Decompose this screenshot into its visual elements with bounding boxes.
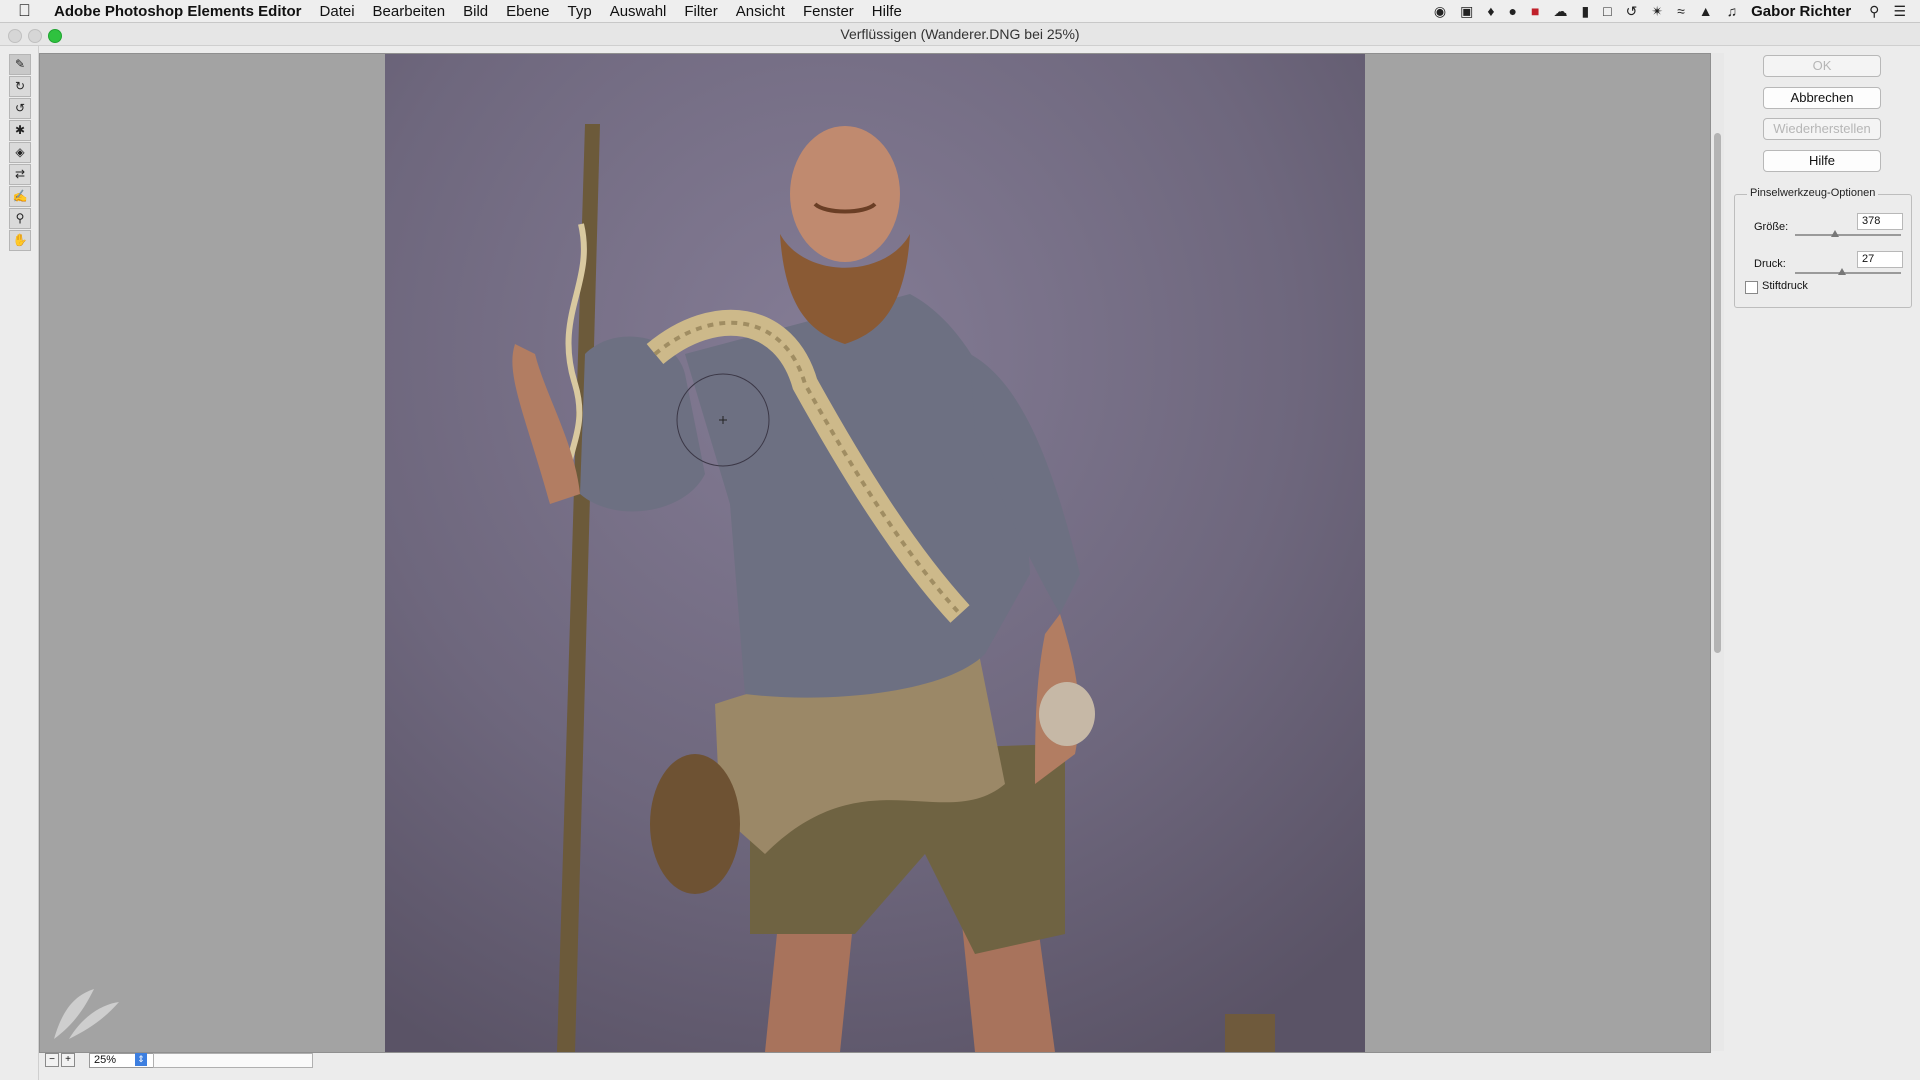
- folder-icon[interactable]: ▮: [1581, 3, 1589, 20]
- screen-icon[interactable]: ▣: [1460, 3, 1473, 20]
- help-button[interactable]: Hilfe: [1763, 150, 1881, 172]
- reconstruct-icon[interactable]: ✍: [9, 186, 31, 207]
- size-slider[interactable]: [1795, 230, 1901, 237]
- zoom-window-button[interactable]: [48, 29, 62, 43]
- pressure-value: 27: [1862, 253, 1875, 265]
- preview-canvas[interactable]: [39, 53, 1711, 1053]
- twirl-counterclockwise-icon[interactable]: ↺: [9, 98, 31, 119]
- brush-options-group: Pinselwerkzeug-Optionen Größe: 378 Druck…: [1734, 187, 1912, 308]
- zoom-info-bar: [153, 1053, 313, 1068]
- zoom-in-button[interactable]: +: [61, 1053, 75, 1067]
- volume-icon[interactable]: ♫: [1727, 3, 1738, 19]
- zoom-tool-icon[interactable]: ⚲: [9, 208, 31, 229]
- twirl-clockwise-icon[interactable]: ↻: [9, 76, 31, 97]
- hand-tool-icon[interactable]: ✋: [9, 230, 31, 251]
- watermark-logo: [54, 989, 119, 1039]
- minimize-window-button[interactable]: [28, 29, 42, 43]
- adobe-icon[interactable]: ■: [1531, 3, 1539, 19]
- user-menu[interactable]: Gabor Richter: [1751, 3, 1851, 20]
- zoom-level-value: 25%: [94, 1054, 117, 1066]
- liquify-toolbar: ✎ ↻ ↺ ✱ ◈ ⇄ ✍ ⚲ ✋: [0, 46, 39, 1080]
- wifi-icon[interactable]: ≈: [1677, 3, 1685, 19]
- restore-button[interactable]: Wiederherstellen: [1763, 118, 1881, 140]
- wanderer-photo: [385, 54, 1365, 1052]
- apple-menu-icon[interactable]: : [18, 1, 38, 21]
- menu-fenster[interactable]: Fenster: [803, 3, 854, 20]
- menu-bearbeiten[interactable]: Bearbeiten: [373, 3, 446, 20]
- notification-list-icon[interactable]: ☰: [1893, 3, 1906, 20]
- pucker-icon[interactable]: ✱: [9, 120, 31, 141]
- eject-icon[interactable]: ▲: [1699, 3, 1713, 19]
- cloud-icon[interactable]: ☁: [1553, 3, 1567, 20]
- evernote-icon[interactable]: ●: [1509, 3, 1517, 19]
- menu-ebene[interactable]: Ebene: [506, 3, 549, 20]
- shift-pixels-icon[interactable]: ⇄: [9, 164, 31, 185]
- pressure-label: Druck:: [1754, 258, 1786, 270]
- brush-options-title: Pinselwerkzeug-Optionen: [1747, 187, 1879, 199]
- menu-bild[interactable]: Bild: [463, 3, 488, 20]
- time-machine-icon[interactable]: ↺: [1626, 3, 1638, 20]
- size-value: 378: [1862, 215, 1881, 227]
- preview-image[interactable]: [385, 54, 1365, 1052]
- menu-datei[interactable]: Datei: [320, 3, 355, 20]
- status-menu-area: ◉ ▣ ♦ ● ■ ☁ ▮ □ ↺ ✴ ≈ ▲ ♫ Gabor Richter …: [1434, 0, 1920, 22]
- menu-filter[interactable]: Filter: [684, 3, 717, 20]
- zoom-dropdown-icon[interactable]: ⇕: [135, 1053, 147, 1066]
- bloat-icon[interactable]: ◈: [9, 142, 31, 163]
- cancel-button[interactable]: Abbrechen: [1763, 87, 1881, 109]
- scrollbar-thumb[interactable]: [1714, 133, 1721, 653]
- window-titlebar: Verflüssigen (Wanderer.DNG bei 25%): [0, 23, 1920, 46]
- app-name-menu[interactable]: Adobe Photoshop Elements Editor: [54, 3, 302, 20]
- record-icon[interactable]: ◉: [1434, 3, 1446, 20]
- menu-hilfe[interactable]: Hilfe: [872, 3, 902, 20]
- size-slider-knob[interactable]: [1831, 230, 1840, 237]
- stylus-pressure-checkbox[interactable]: [1745, 281, 1758, 294]
- menu-typ[interactable]: Typ: [568, 3, 592, 20]
- zoom-statusbar: − + 25% ⇕: [39, 1053, 1711, 1068]
- stylus-pressure-label: Stiftdruck: [1762, 280, 1808, 292]
- bluetooth-icon[interactable]: ✴: [1651, 3, 1663, 20]
- size-label: Größe:: [1754, 221, 1789, 233]
- ok-button[interactable]: OK: [1763, 55, 1881, 77]
- chat-icon[interactable]: ♦: [1487, 3, 1494, 19]
- close-window-button[interactable]: [8, 29, 22, 43]
- warp-tool-icon[interactable]: ✎: [9, 54, 31, 75]
- menu-bar:  Adobe Photoshop Elements Editor Datei …: [0, 0, 1920, 23]
- search-icon[interactable]: ⚲: [1869, 3, 1879, 20]
- menu-auswahl[interactable]: Auswahl: [610, 3, 667, 20]
- size-input[interactable]: 378: [1857, 213, 1903, 230]
- window-title: Verflüssigen (Wanderer.DNG bei 25%): [840, 26, 1080, 42]
- liquify-options-panel: OK Abbrechen Wiederherstellen Hilfe Pins…: [1727, 46, 1920, 1080]
- vertical-scrollbar[interactable]: [1711, 53, 1724, 1051]
- pressure-slider-knob[interactable]: [1837, 268, 1846, 275]
- pressure-slider[interactable]: [1795, 268, 1901, 275]
- menu-ansicht[interactable]: Ansicht: [736, 3, 785, 20]
- pressure-input[interactable]: 27: [1857, 251, 1903, 268]
- display-icon[interactable]: □: [1603, 3, 1611, 19]
- zoom-out-button[interactable]: −: [45, 1053, 59, 1067]
